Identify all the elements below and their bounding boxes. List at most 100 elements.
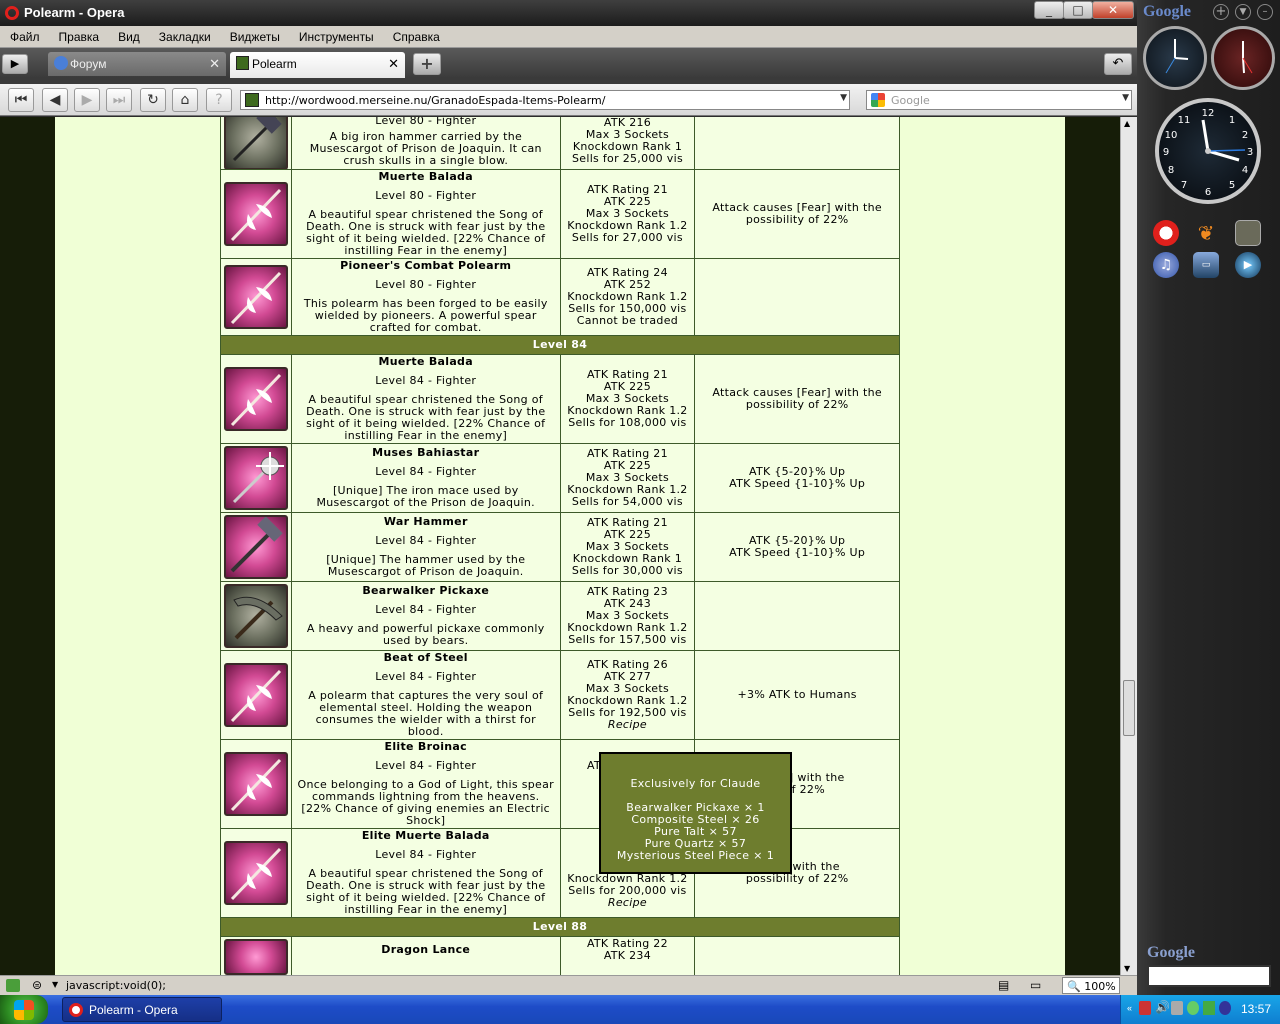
item-name[interactable]: Dragon Lance: [296, 944, 556, 956]
monitor-icon[interactable]: ▭: [1193, 252, 1219, 278]
item-name[interactable]: War Hammer: [296, 516, 556, 528]
title-bar[interactable]: Polearm - Opera _ □ ✕: [0, 0, 1137, 26]
google-search-input[interactable]: [1147, 965, 1271, 987]
table-row: Muerte Balada Level 80 - Fighter A beautif…: [220, 169, 900, 259]
item-desc-cell: Elite Broinac Level 84 - Fighter Once belo…: [290, 739, 561, 829]
wand-icon[interactable]: ?: [206, 88, 232, 112]
speed-dial-icon[interactable]: ⊜: [32, 978, 42, 992]
fast-forward-icon[interactable]: ⏭: [106, 88, 132, 112]
recipe-link[interactable]: Recipe: [565, 719, 691, 731]
spear-icon: [223, 841, 288, 905]
item-effect-cell: ATK {5-20}% Up ATK Speed {1-10}% Up: [694, 512, 900, 582]
taskbar-item-opera[interactable]: Polearm - Opera: [62, 997, 222, 1022]
closed-tabs-button[interactable]: ↶: [1104, 53, 1132, 75]
item-effect-cell: [694, 581, 900, 651]
map-icon[interactable]: [1235, 220, 1261, 246]
menu-bookmarks[interactable]: Закладки: [149, 26, 220, 44]
item-desc-cell: Pioneer's Combat Polearm Level 80 - Fight…: [290, 258, 561, 336]
forward-icon[interactable]: ▶: [74, 88, 100, 112]
rewind-icon[interactable]: ⏮: [8, 88, 34, 112]
menu-edit[interactable]: Правка: [49, 26, 109, 44]
volume-icon[interactable]: 🔊: [1155, 1000, 1170, 1014]
item-name[interactable]: Muerte Balada: [296, 171, 556, 183]
table-row: Muses Bahiastar Level 84 - Fighter [Unique…: [220, 443, 900, 513]
itunes-icon[interactable]: ♫: [1153, 252, 1179, 278]
item-name[interactable]: Elite Broinac: [296, 741, 556, 753]
recipe-link[interactable]: Recipe: [565, 897, 691, 909]
items-table-top: Level 80 - Fighter A big iron hammer carr…: [220, 117, 900, 173]
level-header: Level 88: [220, 917, 900, 937]
item-name[interactable]: Beat of Steel: [296, 652, 556, 664]
large-clock-gadget[interactable]: 12 1 2 3 4 5 6 7 8 9 10 11: [1155, 98, 1261, 204]
tab-polearm[interactable]: Polearm ✕: [230, 52, 405, 78]
item-effect: Attack causes [Fear] with the possibilit…: [712, 201, 882, 226]
close-button[interactable]: ✕: [1092, 1, 1134, 19]
transfer-icon[interactable]: [6, 979, 20, 992]
item-level: Level 84 - Fighter: [375, 670, 477, 683]
clock-gadget[interactable]: [1211, 26, 1275, 90]
new-tab-button[interactable]: +: [413, 53, 441, 75]
start-button[interactable]: [0, 995, 48, 1024]
table-row: Bearwalker Pickaxe Level 84 - Fighter A he…: [220, 581, 900, 651]
item-effect-cell: [694, 258, 900, 336]
chevron-down-icon[interactable]: ▼: [1122, 93, 1129, 103]
search-input[interactable]: Google ▼: [866, 90, 1132, 110]
item-name[interactable]: Muses Bahiastar: [296, 447, 556, 459]
tab-forum[interactable]: Форум ✕: [48, 52, 226, 76]
google-logo[interactable]: Google: [1143, 3, 1191, 21]
back-icon[interactable]: ◀: [42, 88, 68, 112]
tray-app-icon[interactable]: [1187, 1001, 1199, 1015]
menu-widgets[interactable]: Виджеты: [220, 26, 289, 44]
scrollbar-thumb[interactable]: [1123, 680, 1135, 736]
spear-icon: [223, 752, 288, 816]
panel-toggle-button[interactable]: ▶: [2, 54, 28, 74]
minimize-sidebar-icon[interactable]: –: [1257, 4, 1273, 20]
item-name[interactable]: Bearwalker Pickaxe: [296, 585, 556, 597]
clock-gadget[interactable]: [1143, 26, 1207, 90]
stat-line: Sells for 54,000 vis: [571, 495, 683, 508]
item-name[interactable]: Muerte Balada: [296, 356, 556, 368]
bluetooth-icon[interactable]: [1219, 1001, 1231, 1015]
minimize-button[interactable]: _: [1034, 1, 1064, 19]
item-name[interactable]: Pioneer's Combat Polearm: [296, 260, 556, 272]
view-icon[interactable]: ▭: [1030, 978, 1041, 992]
item-description: A heavy and powerful pickaxe commonly us…: [306, 622, 545, 647]
svg-text:5: 5: [1229, 180, 1235, 191]
tray-app-icon[interactable]: [1139, 1001, 1151, 1015]
menu-help[interactable]: Справка: [383, 26, 449, 44]
home-icon[interactable]: ⌂: [172, 88, 198, 112]
vertical-scrollbar[interactable]: ▲ ▼: [1120, 117, 1137, 975]
zoom-select[interactable]: 🔍 100%: [1062, 977, 1120, 994]
google-icon: [871, 93, 885, 107]
menu-file[interactable]: Файл: [0, 26, 49, 44]
item-name[interactable]: Elite Muerte Balada: [296, 830, 556, 842]
item-desc-cell: Bearwalker Pickaxe Level 84 - Fighter A he…: [290, 581, 561, 651]
reload-icon[interactable]: ↻: [140, 88, 166, 112]
chevron-down-icon[interactable]: ▼: [840, 93, 847, 103]
clock-time[interactable]: 13:57: [1241, 1002, 1271, 1016]
google-search-logo: Google: [1147, 944, 1195, 961]
scroll-down-icon[interactable]: ▼: [1124, 964, 1130, 973]
menu-tools[interactable]: Инструменты: [289, 26, 383, 44]
menu-view[interactable]: Вид: [108, 26, 149, 44]
chevron-left-icon[interactable]: «: [1127, 1003, 1132, 1013]
butterfly-icon[interactable]: ❦: [1193, 220, 1219, 246]
add-gadget-icon[interactable]: +: [1213, 4, 1229, 20]
scroll-up-icon[interactable]: ▲: [1124, 119, 1130, 128]
opera-gadget-icon[interactable]: [1153, 220, 1179, 246]
table-row: War Hammer Level 84 - Fighter [Unique] The…: [220, 512, 900, 582]
signal-icon[interactable]: [1203, 1001, 1215, 1015]
page-icon[interactable]: ▤: [998, 978, 1009, 992]
close-tab-icon[interactable]: ✕: [388, 56, 399, 72]
maximize-button[interactable]: □: [1063, 1, 1093, 19]
item-stats-cell: ATK Rating 26 ATK 277 Max 3 Sockets Knockdo…: [559, 650, 696, 740]
item-desc-cell: Muerte Balada Level 80 - Fighter A beautif…: [290, 169, 561, 259]
close-tab-icon[interactable]: ✕: [209, 56, 220, 72]
menu-icon[interactable]: ▼: [1235, 4, 1251, 20]
media-player-icon[interactable]: ▶: [1235, 252, 1261, 278]
address-field[interactable]: http://wordwood.merseine.nu/GranadoEspad…: [240, 90, 850, 110]
network-icon[interactable]: [1171, 1001, 1183, 1015]
stat-line: Cannot be traded: [576, 314, 679, 327]
chevron-down-icon[interactable]: ▼: [52, 980, 58, 989]
items-table: Muerte Balada Level 80 - Fighter A beautif…: [220, 169, 900, 975]
